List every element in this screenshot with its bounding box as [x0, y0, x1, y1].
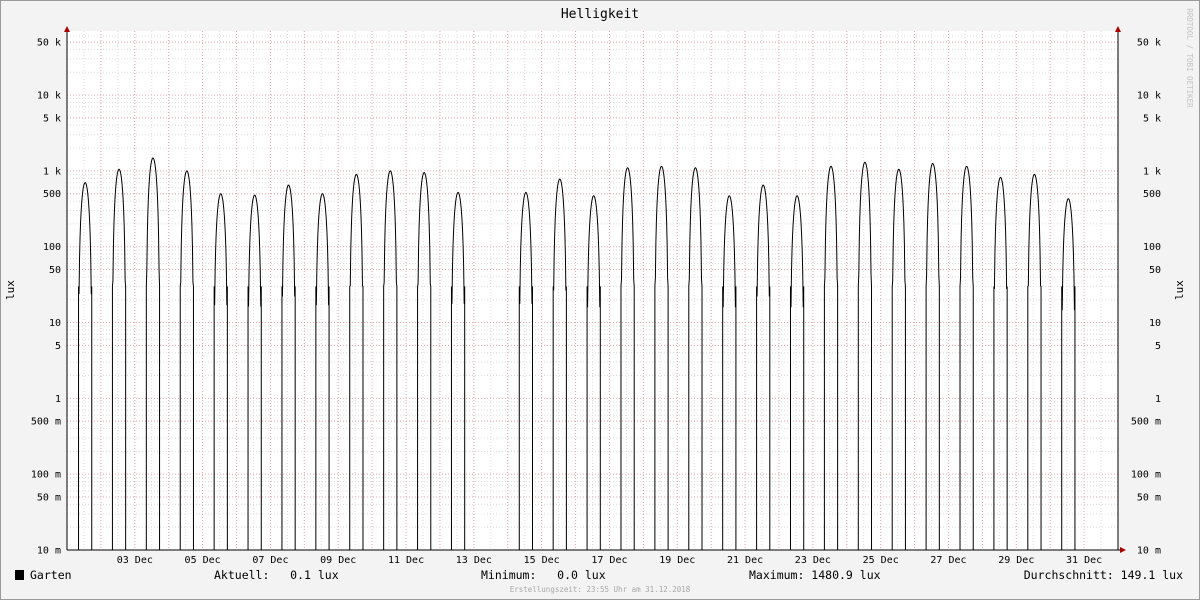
y-tick-label-right: 100	[1143, 242, 1161, 253]
legend-series-name: Garten	[30, 568, 72, 582]
legend-current: Aktuell: 0.1 lux	[214, 568, 339, 582]
y-tick-label-left: 10	[49, 318, 61, 329]
y-tick-label-right: 500	[1143, 189, 1161, 200]
y-axis-arrow-left	[64, 26, 70, 32]
x-tick-label: 11 Dec	[388, 555, 424, 566]
y-tick-label-left: 1 k	[43, 166, 61, 177]
y-axis-label-left: lux	[4, 280, 17, 300]
chart-canvas: Helligkeit 10 m50 m100 m500 m15105010050…	[0, 0, 1200, 600]
generation-timestamp: Erstellungszeit: 23:55 Uhr am 31.12.2018	[510, 585, 691, 594]
y-tick-label-right: 50	[1149, 265, 1161, 276]
y-tick-label-left: 50 k	[37, 38, 61, 49]
y-tick-label-left: 500 m	[31, 417, 61, 428]
y-tick-label-right: 5	[1155, 341, 1161, 352]
y-axis-label-right: lux	[1173, 280, 1186, 300]
legend-minimum: Minimum: 0.0 lux	[481, 568, 606, 582]
y-tick-label-left: 10 m	[37, 546, 61, 557]
x-tick-label: 09 Dec	[320, 555, 356, 566]
x-tick-label: 25 Dec	[863, 555, 899, 566]
y-tick-label-right: 10 m	[1137, 546, 1161, 557]
y-tick-label-left: 100	[43, 242, 61, 253]
rrdtool-watermark: RRDTOOL / TOBI OETIKER	[1185, 8, 1194, 108]
y-tick-label-left: 100 m	[31, 470, 61, 481]
y-tick-label-left: 50	[49, 265, 61, 276]
y-tick-label-left: 5	[55, 341, 61, 352]
x-tick-label: 15 Dec	[524, 555, 560, 566]
y-tick-label-right: 100 m	[1131, 470, 1161, 481]
y-axis-arrow-right	[1115, 26, 1121, 32]
x-axis-arrow	[1120, 547, 1126, 553]
y-tick-label-right: 50 k	[1137, 38, 1161, 49]
y-tick-label-left: 500	[43, 189, 61, 200]
x-tick-label: 31 Dec	[1066, 555, 1102, 566]
y-tick-label-left: 1	[55, 394, 61, 405]
legend-maximum: Maximum: 1480.9 lux	[749, 568, 881, 582]
x-tick-label: 21 Dec	[727, 555, 763, 566]
x-tick-label: 29 Dec	[998, 555, 1034, 566]
y-tick-label-right: 10 k	[1137, 91, 1161, 102]
x-tick-label: 03 Dec	[117, 555, 153, 566]
x-tick-label: 07 Dec	[252, 555, 288, 566]
legend-swatch	[15, 570, 24, 580]
y-tick-label-right: 1	[1155, 394, 1161, 405]
x-tick-label: 13 Dec	[456, 555, 492, 566]
x-tick-label: 19 Dec	[659, 555, 695, 566]
y-axis-left: 10 m 50 m 100 m 500 m 1 5 10 50 100 500 1 k 5 k 10 k…	[31, 38, 61, 557]
y-tick-label-right: 50 m	[1137, 493, 1161, 504]
y-axis-right: 10 m 50 m 100 m 500 m 1 5 10 50 100 500 1 k 5 k 10 k…	[1131, 38, 1161, 557]
y-tick-label-left: 50 m	[37, 493, 61, 504]
x-tick-label: 27 Dec	[930, 555, 966, 566]
x-tick-label: 23 Dec	[795, 555, 831, 566]
x-axis: 03 Dec 05 Dec 07 Dec 09 Dec 11 Dec 13 Dec 15 D…	[117, 555, 1102, 566]
legend-average: Durchschnitt: 149.1 lux	[1024, 568, 1183, 582]
y-tick-label-right: 500 m	[1131, 417, 1161, 428]
y-tick-label-left: 10 k	[37, 91, 61, 102]
y-tick-label-right: 1 k	[1143, 166, 1161, 177]
chart-title: Helligkeit	[561, 7, 639, 22]
y-tick-label-right: 10	[1149, 318, 1161, 329]
x-tick-label: 17 Dec	[591, 555, 627, 566]
y-tick-label-right: 5 k	[1143, 113, 1161, 124]
x-tick-label: 05 Dec	[185, 555, 221, 566]
y-tick-label-left: 5 k	[43, 113, 61, 124]
